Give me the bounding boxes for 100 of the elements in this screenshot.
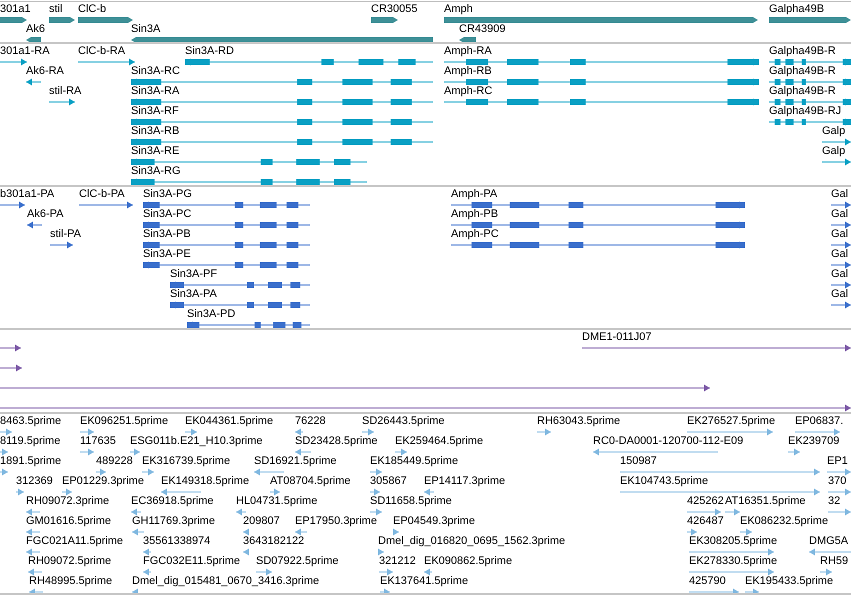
feature-label: Sin3A-PA [170, 288, 217, 301]
feature-label: 425262 [687, 495, 724, 508]
feature-label: 76228 [295, 415, 326, 428]
feature-label: 312369 [16, 475, 53, 488]
feature-label: Amph-PB [451, 208, 498, 221]
feature-label: 209807 [243, 515, 280, 528]
feature-label: 150987 [620, 455, 657, 468]
feature-label: EK308205.5prime [689, 535, 778, 548]
feature-label: RH09072.3prime [26, 495, 110, 508]
feature-label: 32 [828, 495, 840, 508]
feature-label: DMG5A [809, 535, 848, 548]
feature-label: Dmel_dig_015481_0670_3416.3prime [132, 575, 320, 588]
feature-label: AT16351.5prime [725, 495, 806, 508]
feature-label: HL04731.5prime [236, 495, 318, 508]
feature-label: EK090862.5prime [424, 555, 512, 568]
feature-label: RH59 [820, 555, 848, 568]
feature-label: CR30055 [371, 3, 418, 16]
feature-label: Sin3A-PC [143, 208, 192, 221]
feature-label: EP14117.3prime [424, 475, 506, 488]
feature-label: SD07922.5prime [256, 555, 339, 568]
feature-label: Amph-RC [444, 85, 492, 98]
feature-label: RH63043.5prime [537, 415, 620, 428]
feature-label: EP1 [827, 455, 848, 468]
feature-label: EK185449.5prime [370, 455, 458, 468]
feature-label: Galpha49B-R [769, 85, 836, 98]
feature-label: Sin3A-RG [131, 165, 181, 178]
feature-label: Amph-PC [451, 228, 499, 241]
feature-label: Gal [831, 248, 848, 261]
feature-label: Ak6 [26, 23, 45, 36]
feature-label: EK276527.5prime [687, 415, 776, 428]
feature-label: EK259464.5prime [395, 435, 484, 448]
feature-label: Galp [822, 125, 846, 138]
feature-label: 301a1 [0, 3, 31, 16]
feature-label: Sin3A-PF [170, 268, 218, 281]
feature-label: Sin3A-RA [131, 85, 180, 98]
feature-label: 8463.5prime [0, 415, 62, 428]
feature-label: 1891.5prime [0, 455, 62, 468]
feature-label: EK195433.5prime [745, 575, 834, 588]
feature-label: RC0-DA0001-120700-112-E09 [593, 435, 744, 448]
feature-label: Gal [831, 288, 848, 301]
feature-label: ESG011b.E21_H10.3prime [130, 435, 262, 448]
feature-label: FGC021A11.5prime [26, 535, 124, 548]
feature-label: EK096251.5prime [80, 415, 168, 428]
feature-label: EP04549.3prime [393, 515, 475, 528]
feature-label: Sin3A-RB [131, 125, 180, 138]
feature-label: EK104743.5prime [620, 475, 708, 488]
feature-label: EP01229.3prime [62, 475, 144, 488]
feature-label: 425790 [689, 575, 726, 588]
feature-label: stil-RA [49, 85, 82, 98]
feature-label: EC36918.5prime [131, 495, 214, 508]
feature-label: DME1-011J07 [582, 331, 652, 344]
feature-label: 35561338974 [143, 535, 210, 548]
feature-label: SD11658.5prime [370, 495, 452, 508]
feature-label: EK086232.5prime [740, 515, 828, 528]
feature-label: b301a1-PA [0, 188, 54, 201]
feature-label: Galpha49B [769, 3, 824, 16]
feature-label: Galpha49B-R [769, 45, 836, 58]
feature-label: ClC-b-PA [79, 188, 125, 201]
feature-label: Sin3A-PD [187, 308, 236, 321]
feature-label: RH48995.5prime [29, 575, 112, 588]
feature-label: EP17950.3prime [295, 515, 377, 528]
feature-label: 301a1-RA [0, 45, 50, 58]
feature-label: EK239709 [788, 435, 840, 448]
feature-label: Amph-RB [444, 65, 492, 78]
feature-label: EK137641.5prime [380, 575, 468, 588]
feature-label: 8119.5prime [0, 435, 60, 448]
feature-label: EK044361.5prime [185, 415, 274, 428]
feature-label: GH11769.3prime [132, 515, 215, 528]
feature-label: SD23428.5prime [295, 435, 378, 448]
feature-label: SD26443.5prime [362, 415, 445, 428]
feature-label: Sin3A-PE [143, 248, 191, 261]
feature-label: Gal [831, 228, 848, 241]
feature-label: Sin3A-RC [131, 65, 180, 78]
feature-label: Amph-PA [451, 188, 498, 201]
feature-label: Sin3A-RF [131, 105, 179, 118]
feature-label: FGC032E11.5prime [143, 555, 240, 568]
feature-label: 321212 [379, 555, 416, 568]
feature-label: ClC-b-RA [78, 45, 126, 58]
feature-label: Ak6-PA [27, 208, 64, 221]
feature-label: 117635 [80, 435, 116, 448]
feature-label: Dmel_dig_016820_0695_1562.3prime [378, 535, 566, 548]
feature-label: stil [49, 3, 62, 16]
feature-label: 370 [828, 475, 846, 488]
feature-label: EK278330.5prime [689, 555, 778, 568]
feature-label: Amph-RA [444, 45, 492, 58]
feature-label: EK316739.5prime [142, 455, 230, 468]
feature-label: Sin3A [131, 23, 160, 36]
feature-label: CR43909 [459, 23, 506, 36]
feature-label: ClC-b [78, 3, 106, 16]
feature-label: 426487 [687, 515, 724, 528]
feature-label: Gal [831, 208, 848, 221]
feature-label: Sin3A-RE [131, 145, 180, 158]
feature-label: Sin3A-PB [143, 228, 191, 241]
feature-label: Galpha49B-R [769, 65, 836, 78]
feature-label: EP06837. [795, 415, 844, 428]
feature-label: AT08704.5prime [270, 475, 351, 488]
feature-label: Ak6-RA [26, 65, 64, 78]
feature-label: 3643182122 [243, 535, 304, 548]
feature-label: GM01616.5prime [26, 515, 111, 528]
feature-label: Sin3A-RD [185, 45, 234, 58]
